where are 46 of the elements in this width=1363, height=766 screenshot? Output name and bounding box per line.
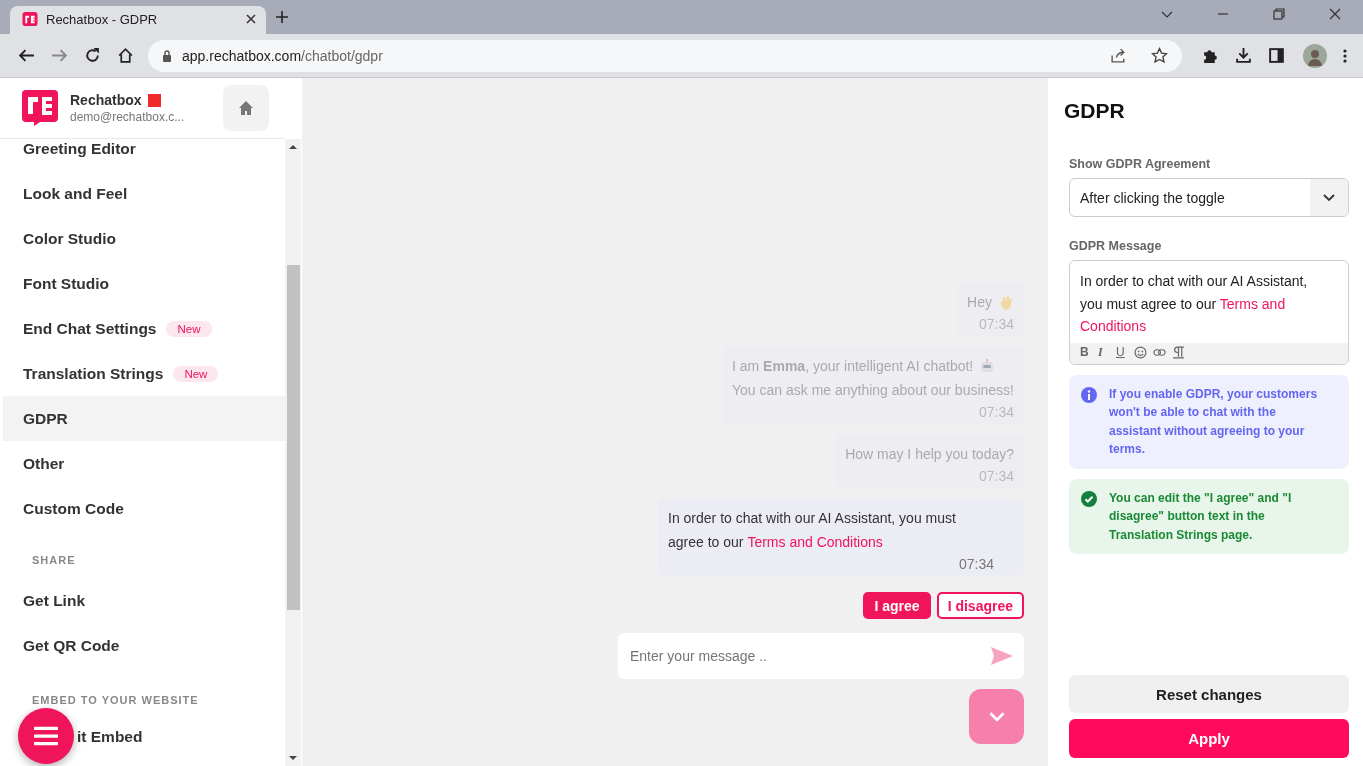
agree-button[interactable]: I agree [863,592,931,619]
browser-tab[interactable]: Rechatbox - GDPR [10,6,266,34]
address-bar[interactable]: app.rechatbox.com/chatbot/gdpr [148,39,1182,72]
reset-button[interactable]: Reset changes [1069,675,1349,713]
field-label: GDPR Message [1069,239,1163,253]
disagree-button[interactable]: I disagree [936,592,1024,619]
new-badge: New [166,320,212,337]
sidebar-item[interactable]: GDPR [3,396,285,441]
message-text: How may I help you today? [845,445,1014,464]
message-time: 07:34 [978,403,1014,422]
sidebar-item[interactable]: Get Link [3,578,285,623]
message-time: 07:34 [978,467,1014,486]
sidebar-item[interactable]: Greeting Editor [3,126,285,171]
section-heading: EMBED TO YOUR WEBSITE [31,693,200,708]
alert-text: You can edit the "I agree" and "I disagree" button text in the Translation Strings page. [1109,489,1293,544]
message-time: 07:34 [957,555,994,574]
terms-link[interactable]: Terms and Conditions [747,534,883,550]
format-button[interactable]: I [1098,344,1110,360]
sidebar-item[interactable]: Custom Code [3,486,285,531]
sidebar-item[interactable]: Translation Strings New [3,351,285,396]
new-badge: New [173,365,219,382]
sidebar-item[interactable]: Look and Feel [3,171,285,216]
sidebar-item[interactable]: Font Studio [3,261,285,306]
alert-text: If you enable GDPR, your customers won't be able to chat with the assistant without agreeing to your terms. [1109,385,1319,458]
message-editor[interactable]: In order to chat with our AI Assistant, you must agree to our Terms and Conditions B I U [1069,260,1349,365]
apply-button[interactable]: Apply [1069,719,1349,758]
section-heading: SHARE [31,553,77,568]
brand-name: Rechatbox [70,92,142,108]
message-text: You can ask me anything about our business! [732,381,1014,400]
format-button[interactable]: U [1116,345,1128,359]
url-text: app.rechatbox.com/chatbot/gdpr [182,47,383,64]
tab-title: Rechatbox - GDPR [46,11,159,27]
message-text: Hey [967,293,992,312]
sidebar-item[interactable]: Other [3,441,285,486]
sidebar-item[interactable]: it Embed [3,714,285,759]
panel-title: GDPR [1064,99,1126,123]
format-button[interactable]: B [1080,345,1092,359]
sidebar-item[interactable]: Get QR Code [3,623,285,668]
message-text: In order to chat with our AI Assistant, you must agree to our Terms and Conditions [668,509,957,552]
account-email: demo@rechatbox.c... [70,110,186,124]
sidebar-item[interactable]: Color Studio [3,216,285,261]
message-time: 07:34 [978,315,1014,334]
message-field[interactable]: Enter your message .. [618,633,1024,679]
agreement-dropdown[interactable]: After clicking the toggle [1069,178,1349,217]
field-label: Show GDPR Agreement [1069,157,1212,171]
sidebar-item[interactable]: End Chat Settings New [3,306,285,351]
